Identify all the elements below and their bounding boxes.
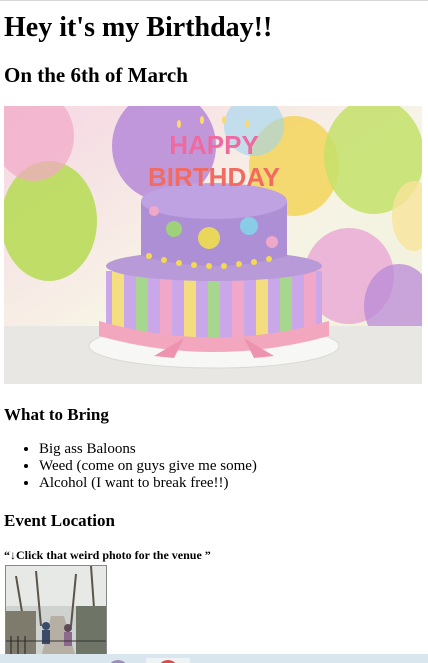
page-title: Hey it's my Birthday!! [4,12,273,43]
cake-candle-line1: HAPPY [169,130,259,160]
list-item: Big ass Baloons [39,441,257,458]
event-location-heading: Event Location [4,511,115,530]
venue-photo [6,566,106,658]
birthday-cake-image: HAPPY BIRTHDAY [4,106,422,384]
venue-photo-link[interactable] [5,565,107,659]
page-subtitle: On the 6th of March [4,63,188,87]
list-item: Weed (come on guys give me some) [39,458,257,475]
top-border [0,0,428,1]
venue-instruction: “↓Click that weird photo for the venue ” [4,548,211,562]
what-to-bring-heading: What to Bring [4,405,109,424]
bring-list: Big ass Baloons Weed (come on guys give … [4,441,257,492]
cake-candle-line2: BIRTHDAY [148,162,280,192]
list-item: Alcohol (I want to break free!!) [39,475,257,492]
bottom-toolbar [0,654,428,663]
